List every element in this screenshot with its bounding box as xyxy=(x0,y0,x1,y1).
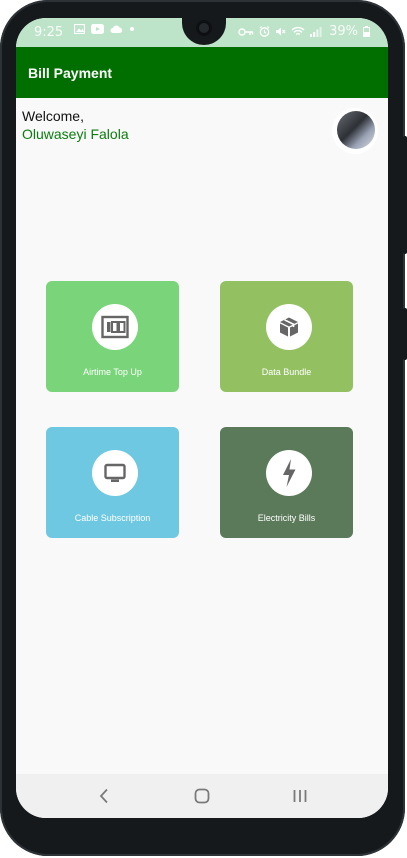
status-system-icons: 39% xyxy=(238,24,370,39)
status-bar: 9:25 39% xyxy=(16,18,388,47)
camera-notch xyxy=(182,18,226,45)
cable-subscription-tile[interactable]: Cable Subscription xyxy=(46,427,179,538)
back-chevron-icon xyxy=(99,788,108,804)
volume-button xyxy=(403,136,407,254)
app-title: Bill Payment xyxy=(28,65,113,81)
cable-icon-circle xyxy=(92,450,138,496)
airtime-icon-circle xyxy=(92,304,138,350)
alarm-icon xyxy=(259,26,270,37)
avatar-photo xyxy=(337,111,375,149)
recents-icon xyxy=(293,790,307,802)
bolt-icon xyxy=(283,459,296,487)
electricity-bills-tile[interactable]: Electricity Bills xyxy=(220,427,353,538)
system-nav-bar xyxy=(16,774,388,818)
status-notification-icons xyxy=(74,24,135,34)
screen: 9:25 39% Bill Payment Welcome, Oluwaseyi… xyxy=(16,18,388,818)
electricity-icon-circle xyxy=(266,450,312,496)
electricity-bills-label: Electricity Bills xyxy=(257,513,316,523)
status-time: 9:25 xyxy=(34,25,64,40)
data-bundle-tile[interactable]: Data Bundle xyxy=(220,281,353,392)
airtime-top-up-tile[interactable]: Airtime Top Up xyxy=(46,281,179,392)
home-icon xyxy=(194,788,210,804)
tv-icon xyxy=(104,463,126,482)
data-bundle-icon-circle xyxy=(266,304,312,350)
camera-lens xyxy=(196,20,212,36)
dot-icon xyxy=(130,27,134,31)
avatar[interactable] xyxy=(332,108,378,154)
data-bundle-label: Data Bundle xyxy=(261,367,312,377)
app-bar: Bill Payment xyxy=(16,47,388,98)
back-button[interactable] xyxy=(94,786,114,806)
battery-icon xyxy=(363,26,370,37)
power-button xyxy=(403,308,407,360)
recents-button[interactable] xyxy=(290,786,310,806)
user-name: Oluwaseyi Falola xyxy=(22,126,129,142)
airtime-top-up-label: Airtime Top Up xyxy=(83,367,142,377)
youtube-icon xyxy=(91,24,104,34)
box-icon xyxy=(280,317,298,337)
airtime-icon xyxy=(101,315,129,339)
cable-subscription-label: Cable Subscription xyxy=(74,513,151,523)
signal-icon xyxy=(310,27,322,37)
image-icon xyxy=(74,24,85,34)
battery-percent: 39% xyxy=(329,24,358,39)
mute-icon xyxy=(276,27,286,36)
cloud-icon xyxy=(110,25,123,33)
vpn-key-icon xyxy=(238,27,254,36)
home-button[interactable] xyxy=(192,786,212,806)
wifi-icon xyxy=(291,26,305,36)
welcome-text: Welcome, xyxy=(22,108,84,124)
